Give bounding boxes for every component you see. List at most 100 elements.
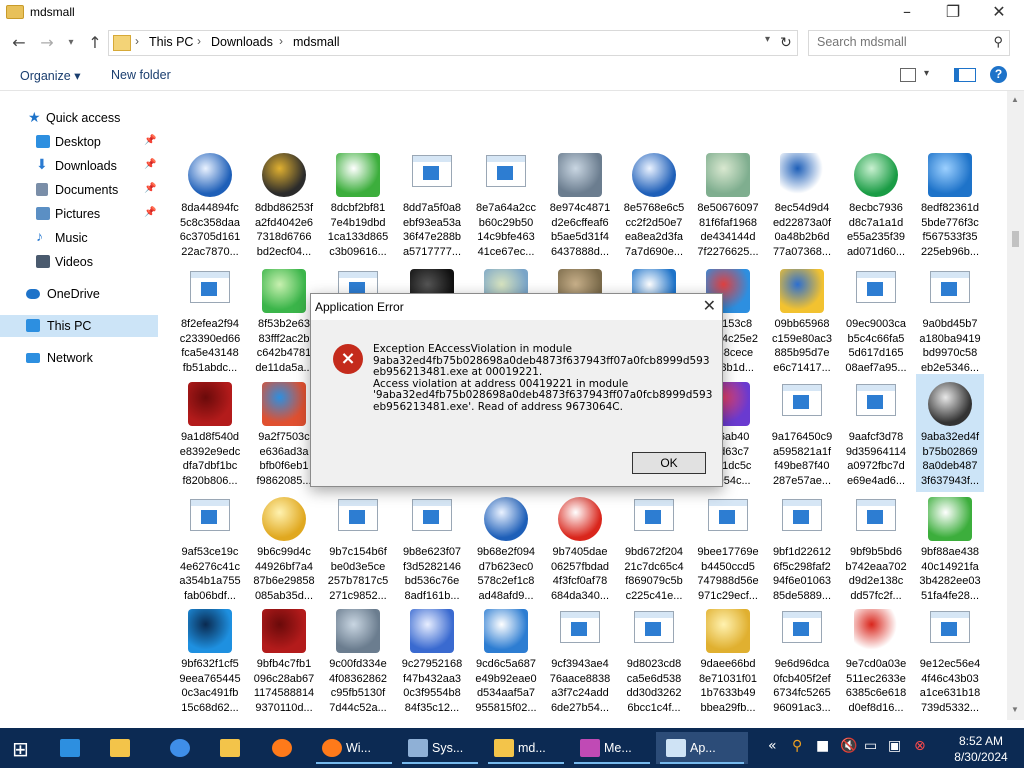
breadcrumb-mdsmall[interactable]: mdsmall xyxy=(293,35,340,49)
file-item[interactable]: 9cf3943ae4 76aace8838 a3f7c24add 6de27b5… xyxy=(546,601,614,719)
file-item[interactable]: 9b68e2f094 d7b623ec0 578c2ef1c8 ad48afd9… xyxy=(472,489,540,607)
file-item[interactable]: 9daee66bd 8e71031f01 1b7633b49 bbea29fb.… xyxy=(694,601,762,719)
clock[interactable]: 8:52 AM 8/30/2024 xyxy=(946,733,1016,765)
file-item[interactable]: 8f53b2e63 83fff2ac2b c642b4781 de11da5a.… xyxy=(250,261,318,379)
scrollbar-thumb[interactable] xyxy=(1012,231,1019,247)
breadcrumb-downloads[interactable]: Downloads xyxy=(211,35,273,49)
search-input[interactable] xyxy=(815,34,979,50)
taskbar-item[interactable] xyxy=(262,732,308,764)
file-item[interactable]: 9bd672f204 21c7dc65c4 f869079c5b c225c41… xyxy=(620,489,688,607)
nav-item-videos[interactable]: Videos xyxy=(0,251,158,273)
nav-label: Music xyxy=(55,231,88,245)
minimize-button[interactable]: – xyxy=(884,0,930,26)
new-folder-button[interactable]: New folder xyxy=(111,68,171,82)
file-item[interactable]: 8dcbf2bf81 7e4b19dbd 1ca133d865 c3b09616… xyxy=(324,145,392,263)
flag-tray-icon[interactable]: ■ xyxy=(816,738,829,754)
file-item[interactable]: 09ec9003ca b5c4c66fa5 5d617d165 08aef7a9… xyxy=(842,261,910,379)
up-button[interactable]: ↑ xyxy=(84,32,106,54)
recent-locations-icon[interactable]: ▾ xyxy=(60,32,82,54)
back-button[interactable]: ← xyxy=(8,32,30,54)
chevron-down-icon[interactable]: ▾ xyxy=(924,68,929,79)
volume-muted-icon[interactable]: 🔇 xyxy=(840,738,857,754)
file-item[interactable]: 8dbd86253f a2fd4042e6 7318d6766 bd2ecf04… xyxy=(250,145,318,263)
file-item[interactable]: 8f2efea2f94 c23390ed66 fca5e43148 fb51ab… xyxy=(176,261,244,379)
nav-item-quick-access[interactable]: ★ Quick access xyxy=(0,107,158,129)
taskbar-item[interactable]: Me... xyxy=(570,732,654,764)
file-item[interactable]: 8e5768e6c5 cc2f2d50e7 ea8ea2d3fa 7a7d690… xyxy=(620,145,688,263)
close-button[interactable]: ✕ xyxy=(976,0,1022,26)
file-item[interactable]: 9e6d96dca 0fcb405f2ef 6734fc5265 96091ac… xyxy=(768,601,836,719)
file-item[interactable]: 9b7405dae 06257fbdad 4f3fcf0af78 684da34… xyxy=(546,489,614,607)
file-item[interactable]: 8e7a64a2cc b60c29b50 14c9bfe463 41ce67ec… xyxy=(472,145,540,263)
show-hidden-icons-icon[interactable]: « xyxy=(768,738,777,754)
file-item[interactable]: 9c27952168 f47b432aa3 0c3f9554b8 84f35c1… xyxy=(398,601,466,719)
file-item[interactable]: 9a1d8f540d e8392e9edc dfa7dbf1bc f820b80… xyxy=(176,374,244,492)
nav-item-pictures[interactable]: Pictures 📌 xyxy=(0,203,158,225)
scroll-down-icon[interactable]: ▼ xyxy=(1011,705,1019,714)
file-item[interactable]: 9b7c154b6f be0d3e5ce 257b7817c5 271c9852… xyxy=(324,489,392,607)
file-item[interactable]: 8dd7a5f0a8 ebf93ea53a 36f47e288b a571777… xyxy=(398,145,466,263)
taskbar-item[interactable] xyxy=(50,732,96,764)
file-item[interactable]: 9cd6c5a687 e49b92eae0 d534aaf5a7 955815f… xyxy=(472,601,540,719)
file-item[interactable]: 9bf9b5bd6 b742eaa702 d9d2e138c dd57fc2f.… xyxy=(842,489,910,607)
taskbar-item[interactable]: md... xyxy=(484,732,568,764)
file-item[interactable]: 8ec54d9d4 ed22873a0f 0a48b2b6d 77a07368.… xyxy=(768,145,836,263)
network-tray-icon[interactable]: ▭ xyxy=(864,738,877,754)
taskbar-item[interactable] xyxy=(100,732,146,764)
nav-item-this-pc[interactable]: This PC xyxy=(0,315,158,337)
nav-item-onedrive[interactable]: OneDrive xyxy=(0,283,158,305)
file-item[interactable]: 9c00fd334e 4f08362862 c95fb5130f 7d44c52… xyxy=(324,601,392,719)
vertical-scrollbar[interactable]: ▲ ▼ xyxy=(1007,91,1024,720)
file-item[interactable]: 9a0bd45b7 a180ba9419 bd9970c58 eb2e5346.… xyxy=(916,261,984,379)
file-item[interactable]: 9aba32ed4f b75b02869 8a0deb487 3f637943f… xyxy=(916,374,984,492)
refresh-button[interactable]: ↻ xyxy=(780,34,792,51)
file-item[interactable]: 8da44894fc 5c8c358daa 6c3705d161 22ac787… xyxy=(176,145,244,263)
file-item[interactable]: 8e50676097 81f6faf1968 de434144d 7f22766… xyxy=(694,145,762,263)
taskbar-item[interactable] xyxy=(210,732,256,764)
nav-item-desktop[interactable]: Desktop 📌 xyxy=(0,131,158,153)
taskbar-item[interactable]: Sys... xyxy=(398,732,482,764)
file-item[interactable]: 9b6c99d4c 44926bf7a4 87b6e29858 085ab35d… xyxy=(250,489,318,607)
file-item[interactable]: 9b8e623f07 f3d5282146 bd536c76e 8adf161b… xyxy=(398,489,466,607)
address-dropdown-icon[interactable]: ▾ xyxy=(765,34,770,45)
file-item[interactable]: 9af53ce19c 4e6276c41c a354b1a755 fab06bd… xyxy=(176,489,244,607)
file-item[interactable]: 9a176450c9 a595821a1f f49be87f40 287e57a… xyxy=(768,374,836,492)
file-item[interactable]: 9bfb4c7fb1 096c28ab67 1174588814 9370110… xyxy=(250,601,318,719)
help-icon[interactable]: ? xyxy=(990,66,1007,83)
file-item[interactable]: 9e12ec56e4 4f46c43b03 a1ce631b18 739d533… xyxy=(916,601,984,719)
file-item[interactable]: 8ecbc7936 d8c7a1a1d e55a235f39 ad071d60.… xyxy=(842,145,910,263)
file-item[interactable]: 9bee17769e b4450ccd5 747988d56e 971c29ec… xyxy=(694,489,762,607)
file-item[interactable]: 9a2f7503c e636ad3a bfb0f6eb1 f9862085... xyxy=(250,374,318,492)
ok-button[interactable]: OK xyxy=(632,452,706,474)
start-button[interactable]: ⊞ xyxy=(12,737,29,761)
file-item[interactable]: 09bb65968 c159e80ac3 885b95d7e e6c71417.… xyxy=(768,261,836,379)
file-item[interactable]: 9aafcf3d78 9d35964114 a0972fbc7d e69e4ad… xyxy=(842,374,910,492)
taskbar-item[interactable] xyxy=(160,732,206,764)
file-item[interactable]: 8edf82361d 5bde776f3c f567533f35 225eb96… xyxy=(916,145,984,263)
scroll-up-icon[interactable]: ▲ xyxy=(1011,95,1019,104)
preview-pane-icon[interactable] xyxy=(954,68,976,82)
nav-item-downloads[interactable]: ⬇ Downloads 📌 xyxy=(0,155,158,177)
forward-button[interactable]: → xyxy=(36,32,58,54)
app-tray-icon[interactable]: ▣ xyxy=(888,738,901,754)
organize-menu[interactable]: Organize ▾ xyxy=(20,68,80,83)
file-item[interactable]: 9bf1d22612 6f5c298faf2 94f6e01063 85de58… xyxy=(768,489,836,607)
maximize-button[interactable]: ❐ xyxy=(930,0,976,26)
file-item[interactable]: 9bf88ae438 40c14921fa 3b4282ee03 51fa4fe… xyxy=(916,489,984,607)
view-options-icon[interactable] xyxy=(900,68,916,82)
taskbar-item[interactable]: Ap... xyxy=(656,732,748,764)
address-bar[interactable]: › This PC › Downloads › mdsmall ▾ xyxy=(108,30,798,56)
file-item[interactable]: 9e7cd0a03e 511ec2633e 6385c6e618 d0ef8d1… xyxy=(842,601,910,719)
file-item[interactable]: 9d8023cd8 ca5e6d538 dd30d3262 6bcc1c4f..… xyxy=(620,601,688,719)
nav-item-music[interactable]: ♪ Music xyxy=(0,227,158,249)
error-tray-icon[interactable]: ⊗ xyxy=(914,738,926,754)
taskbar-item[interactable]: Wi... xyxy=(312,732,396,764)
nav-item-documents[interactable]: Documents 📌 xyxy=(0,179,158,201)
search-tray-icon[interactable]: ⚲ xyxy=(792,738,802,754)
file-item[interactable]: 8e974c4871 d2e6cffeaf6 b5ae5d31f4 643788… xyxy=(546,145,614,263)
search-box[interactable]: ⚲ xyxy=(808,30,1010,56)
file-item[interactable]: 9bf632f1cf5 9eea765445 0c3ac491fb 15c68d… xyxy=(176,601,244,719)
nav-item-network[interactable]: Network xyxy=(0,347,158,369)
breadcrumb-this-pc[interactable]: This PC xyxy=(149,35,193,49)
dialog-close-button[interactable]: ✕ xyxy=(703,296,716,315)
